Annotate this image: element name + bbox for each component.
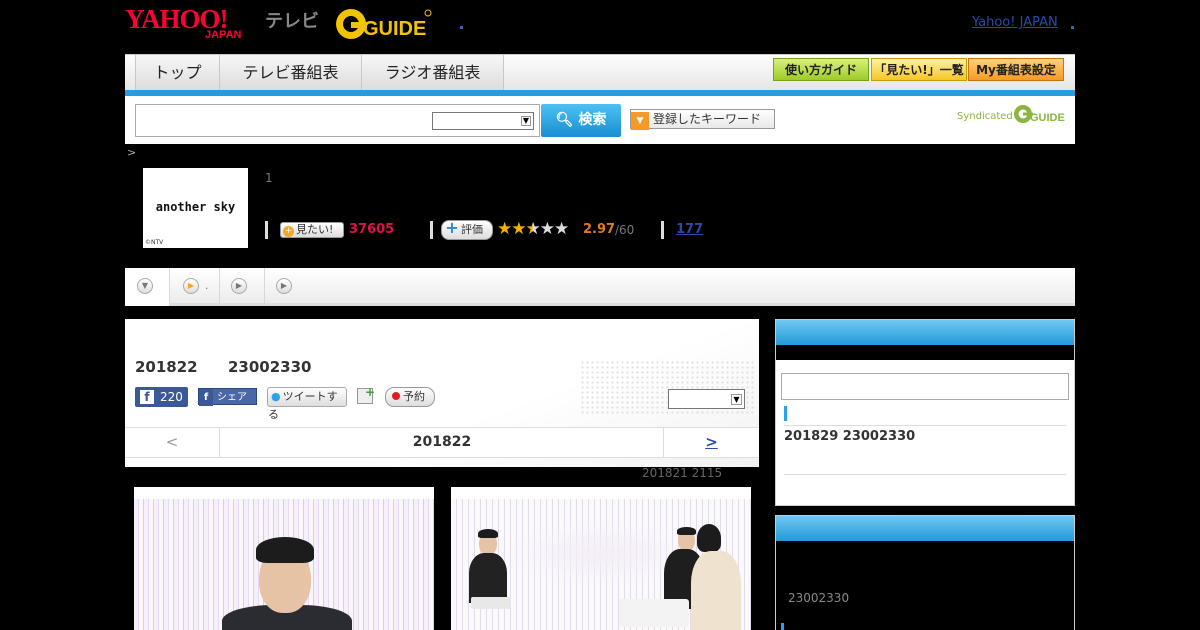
box-header	[776, 320, 1074, 345]
breadcrumb[interactable]: >	[127, 146, 136, 159]
episode-select[interactable]: ▼	[668, 389, 745, 409]
reserve-label: 予約	[403, 390, 425, 403]
gguide-logo-icon: GUIDE	[336, 9, 432, 40]
divider	[661, 221, 664, 239]
main-nav: トップ テレビ番組表 ラジオ番組表 使い方ガイド 「見たい!」一覧 My番組表設…	[125, 54, 1075, 91]
yahoo-japan-logo[interactable]: YAHOO! JAPAN	[125, 5, 261, 43]
twitter-bird-icon: ●	[271, 390, 281, 403]
tab-tv-schedule[interactable]: テレビ番組表	[220, 55, 362, 91]
program-number: 1	[265, 171, 273, 185]
box-title-bar	[776, 345, 1074, 360]
plus-icon: +	[364, 385, 375, 399]
add-calendar-icon[interactable]: +	[357, 385, 375, 404]
mitai-label: 見たい!	[296, 223, 334, 236]
program-subtabs: ▼ ▶ . ▶ ▶	[125, 268, 1075, 306]
syndicated-label: Syndicated	[957, 111, 1013, 122]
sidebar-input[interactable]	[781, 373, 1069, 400]
divider	[430, 221, 433, 239]
search-button[interactable]: 🔍︎ 検索	[541, 104, 621, 137]
mitai-list-button[interactable]: 「見たい!」一覧	[871, 58, 967, 81]
tab-top[interactable]: トップ	[135, 55, 220, 91]
plus-icon: +	[445, 218, 459, 237]
next-air-time: 201829 23002330	[784, 429, 916, 444]
chevron-down-icon: ▼	[137, 278, 153, 294]
star-empty-icon: ★★	[539, 219, 570, 239]
search-button-label: 検索	[578, 112, 607, 128]
syndicated-gguide-logo: GUIDE	[1013, 102, 1068, 126]
search-category-select[interactable]: ▼	[432, 112, 534, 130]
current-date: 201822	[412, 434, 472, 450]
search-icon: 🔍︎	[555, 112, 574, 128]
episode-photo-1[interactable]	[134, 487, 434, 630]
keyword-button-label: 登録したキーワード	[653, 112, 762, 126]
updated-time: 201821 2115	[642, 466, 723, 480]
guide-button[interactable]: 使い方ガイド	[773, 58, 869, 81]
chevron-down-icon: ▼	[521, 116, 531, 126]
subtab-3[interactable]: ▶	[220, 268, 265, 306]
mitai-count: 37605	[349, 222, 395, 237]
program-thumbnail: another sky ©NTV	[143, 168, 248, 248]
previous-date-button[interactable]: <	[125, 428, 220, 457]
facebook-icon: f	[199, 389, 213, 406]
facebook-share-button[interactable]: f シェア	[198, 388, 257, 406]
plus-icon: +	[283, 226, 294, 237]
svg-text:GUIDE: GUIDE	[1030, 112, 1065, 124]
tweet-button[interactable]: ● ツイートする	[267, 387, 347, 421]
rate-label: 評価	[461, 223, 483, 236]
divider	[265, 221, 268, 239]
star-filled-icon: ★★	[497, 219, 527, 239]
date-navigator: < 201822 >	[125, 427, 759, 458]
chevron-down-icon: ▼	[631, 112, 649, 130]
play-icon: ▶	[183, 278, 199, 294]
mitai-button[interactable]: + 見たい!	[280, 222, 344, 238]
air-time: 23002330	[228, 358, 312, 376]
rate-button[interactable]: + 評価	[441, 220, 493, 240]
rating-value: 2.97	[583, 222, 616, 237]
box-header	[776, 516, 1074, 541]
section-marker	[781, 623, 784, 630]
divider	[784, 474, 1066, 475]
gguide-logo[interactable]: GUIDE	[333, 5, 433, 43]
program-thumbnail-copyright: ©NTV	[145, 239, 164, 246]
star-half-icon: ★	[525, 219, 540, 239]
record-icon	[392, 392, 400, 400]
divider-dot	[1071, 26, 1074, 29]
play-icon: ▶	[231, 278, 247, 294]
program-thumbnail-title: another sky	[155, 200, 236, 214]
rating-stars: ★★★★★	[497, 219, 570, 239]
chevron-down-icon: ▼	[731, 394, 742, 405]
section-marker	[784, 406, 787, 421]
subtab-2[interactable]: ▶ .	[170, 268, 220, 306]
yahoo-japan-link[interactable]: Yahoo! JAPAN	[972, 15, 1058, 30]
subtab-1[interactable]: ▼	[125, 268, 170, 306]
episode-photo-2[interactable]	[451, 487, 751, 630]
related-air-time: 23002330	[788, 591, 850, 605]
rating-max: /60	[615, 223, 635, 237]
related-box	[775, 515, 1075, 630]
subtab-4[interactable]: ▶	[265, 268, 295, 306]
gguide-text: GUIDE	[363, 18, 426, 40]
facebook-icon: f	[140, 390, 154, 404]
logo-japan-text: JAPAN	[205, 29, 242, 41]
divider-dot	[460, 26, 463, 29]
review-count-link[interactable]: 177	[676, 222, 703, 237]
subtab-2-label: .	[205, 279, 209, 292]
registered-keywords-button[interactable]: ▼ 登録したキーワード	[630, 109, 775, 130]
facebook-share-label: シェア	[217, 392, 247, 403]
facebook-like-button[interactable]: f 220	[135, 387, 188, 407]
tv-label[interactable]: テレビ	[265, 7, 319, 33]
facebook-like-count: 220	[160, 390, 183, 404]
next-broadcast-box	[775, 319, 1075, 506]
next-date-link[interactable]: >	[663, 428, 759, 457]
divider	[784, 425, 1066, 426]
record-reserve-button[interactable]: 予約	[385, 387, 435, 407]
air-date: 201822	[135, 358, 198, 376]
play-icon: ▶	[276, 278, 292, 294]
my-schedule-button[interactable]: My番組表設定	[968, 58, 1064, 81]
tab-radio-schedule[interactable]: ラジオ番組表	[362, 55, 504, 91]
